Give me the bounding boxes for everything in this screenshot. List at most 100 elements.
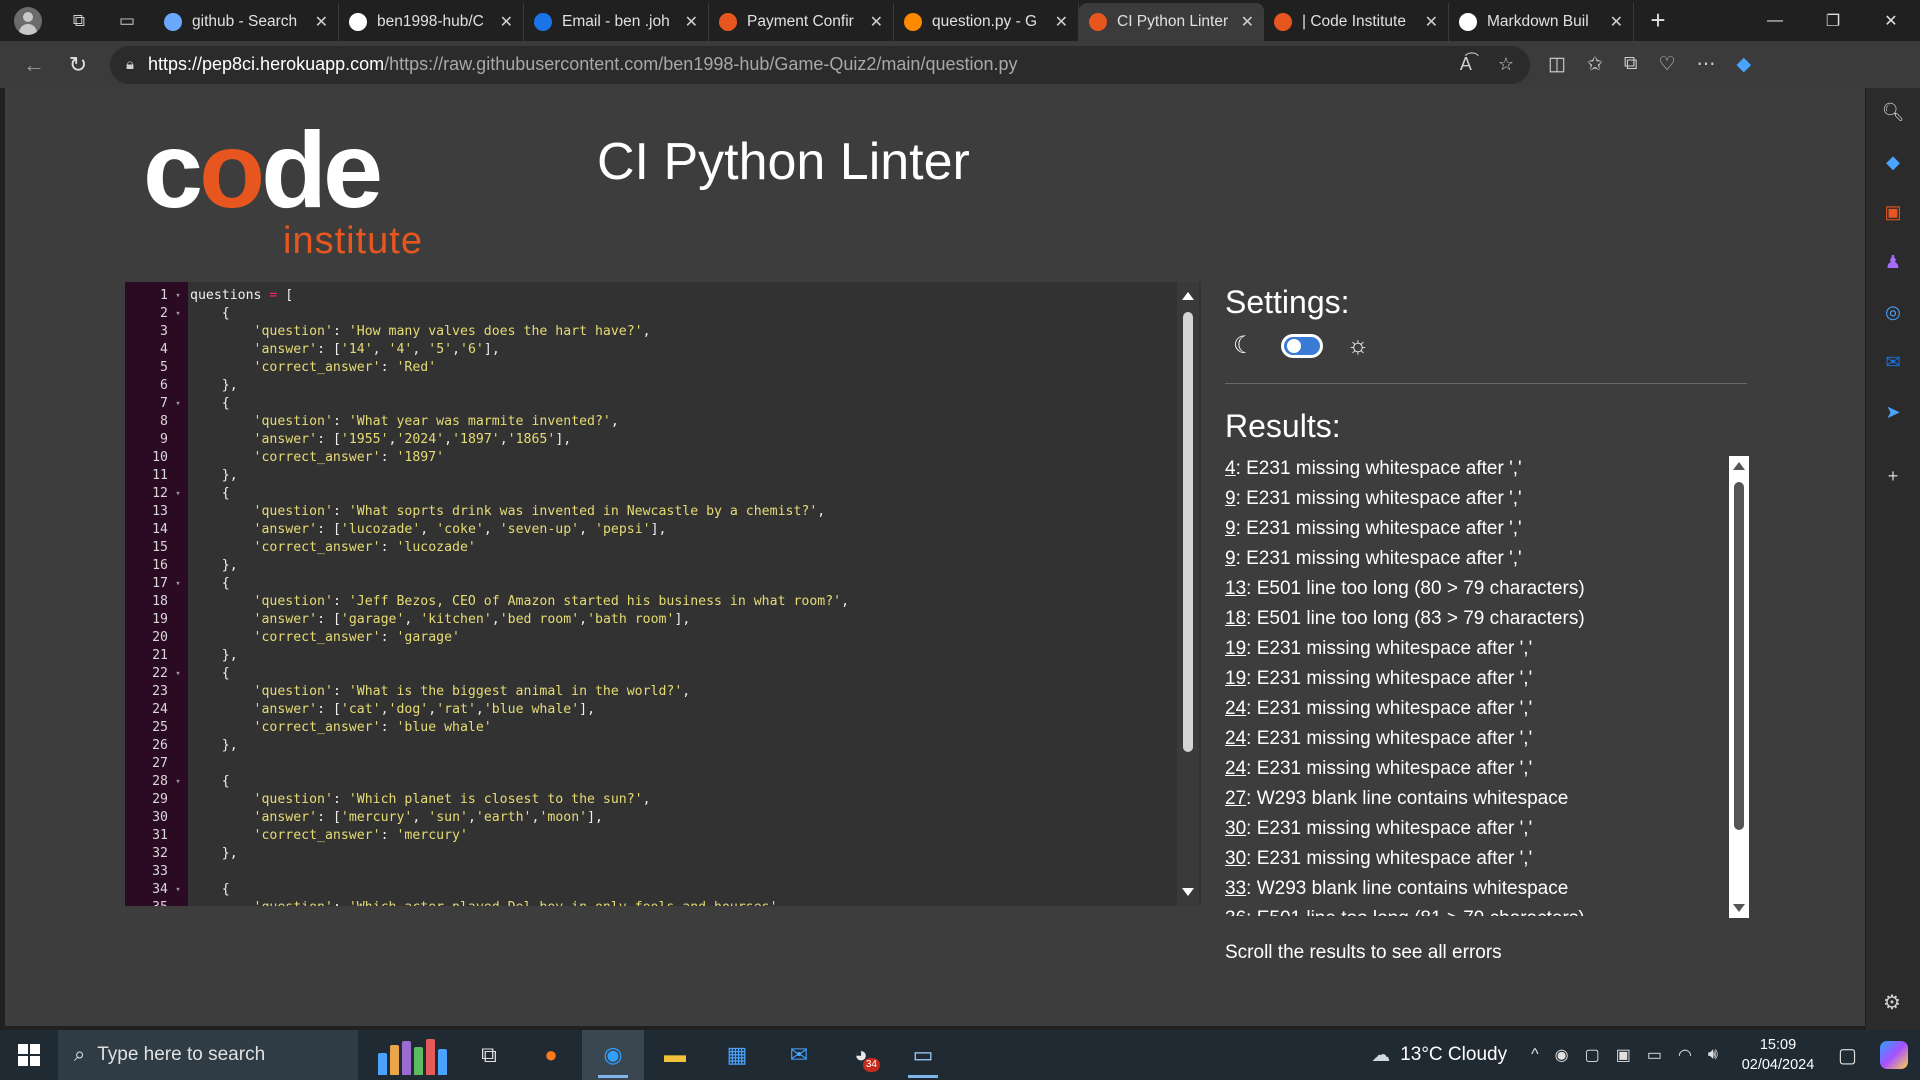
browser-essentials-icon[interactable]: ♡	[1658, 53, 1675, 76]
security-icon[interactable]: ▣	[1616, 1045, 1631, 1065]
result-line-link[interactable]: 19	[1225, 638, 1246, 659]
browser-tab[interactable]: ben1998-hub/C ✕	[339, 3, 524, 41]
code-line[interactable]: 4 'answer': ['14', '4', '5','6'],	[125, 341, 1175, 359]
code-line[interactable]: 6 },	[125, 377, 1175, 395]
result-line-link[interactable]: 9	[1225, 488, 1236, 509]
result-line-link[interactable]: 18	[1225, 608, 1246, 629]
editor-scrollbar[interactable]	[1177, 282, 1199, 906]
taskbar-search[interactable]: ⌕ Type here to search	[58, 1030, 358, 1080]
new-tab-button[interactable]: +	[1638, 4, 1678, 38]
code-line[interactable]: 23 'question': 'What is the biggest anim…	[125, 683, 1175, 701]
code-line[interactable]: 24 'answer': ['cat','dog','rat','blue wh…	[125, 701, 1175, 719]
sidebar-send-icon[interactable]: ➤	[1881, 400, 1905, 424]
tab-close-icon[interactable]: ✕	[1241, 12, 1254, 32]
profile-avatar-icon[interactable]	[14, 6, 42, 35]
results-scroll-down-icon[interactable]	[1733, 904, 1745, 912]
fold-arrow-icon[interactable]: ▾	[168, 395, 188, 413]
minimize-icon[interactable]: —	[1746, 0, 1804, 41]
sidebar-m365-icon[interactable]: ◎	[1881, 300, 1905, 324]
restore-icon[interactable]: ❐	[1804, 0, 1862, 41]
tab-close-icon[interactable]: ✕	[315, 12, 328, 32]
paint-icon[interactable]: ▭	[892, 1030, 954, 1080]
editor-scroll-thumb[interactable]	[1183, 312, 1193, 752]
code-line[interactable]: 28 ▾ {	[125, 773, 1175, 791]
fold-arrow-icon[interactable]: ▾	[168, 881, 188, 899]
fold-arrow-icon[interactable]: ▾	[168, 665, 188, 683]
fold-arrow-icon[interactable]: ▾	[168, 773, 188, 791]
code-line[interactable]: 1 ▾ questions = [	[125, 287, 1175, 305]
sidebar-search-icon[interactable]: 🔍︎	[1881, 100, 1905, 124]
back-icon[interactable]: ←	[16, 47, 52, 83]
lock-icon[interactable]: 🔒︎	[126, 56, 134, 73]
tab-close-icon[interactable]: ✕	[500, 12, 513, 32]
code-line[interactable]: 21 },	[125, 647, 1175, 665]
browser-tab[interactable]: github - Search ✕	[154, 3, 339, 41]
copilot-icon[interactable]: ◆	[1737, 53, 1752, 76]
meet-now-icon[interactable]: ▢	[1585, 1045, 1600, 1065]
task-view-icon[interactable]: ⧉	[458, 1030, 520, 1080]
code-line[interactable]: 35 'question': 'Which actor played Del b…	[125, 899, 1175, 906]
result-line-link[interactable]: 19	[1225, 668, 1246, 689]
collections-icon[interactable]: ⧉	[1624, 53, 1638, 76]
code-line[interactable]: 15 'correct_answer': 'lucozade'	[125, 539, 1175, 557]
more-options-icon[interactable]: ⋯	[1697, 53, 1716, 76]
start-button[interactable]	[0, 1030, 58, 1080]
result-line-link[interactable]: 33	[1225, 878, 1246, 899]
code-line[interactable]: 20 'correct_answer': 'garage'	[125, 629, 1175, 647]
volume-icon[interactable]: 🔊︎	[1708, 1046, 1718, 1064]
code-line[interactable]: 2 ▾ {	[125, 305, 1175, 323]
result-line-link[interactable]: 27	[1225, 788, 1246, 809]
search-highlight-icon[interactable]	[378, 1035, 458, 1075]
code-line[interactable]: 31 'correct_answer': 'mercury'	[125, 827, 1175, 845]
read-aloud-icon[interactable]: A͡	[1460, 54, 1472, 75]
result-line-link[interactable]: 30	[1225, 848, 1246, 869]
tab-close-icon[interactable]: ✕	[685, 12, 698, 32]
fold-arrow-icon[interactable]: ▾	[168, 305, 188, 323]
scroll-down-arrow-icon[interactable]	[1182, 888, 1194, 896]
results-scrollbar[interactable]	[1729, 456, 1749, 918]
sidebar-outlook-icon[interactable]: ✉	[1881, 350, 1905, 374]
chrome-icon[interactable]: ◕ 34	[830, 1030, 892, 1080]
code-institute-logo[interactable]: code institute	[143, 116, 433, 263]
address-bar[interactable]: 🔒︎ https://pep8ci.herokuapp.com/https://…	[110, 45, 1530, 84]
result-line-link[interactable]: 13	[1225, 578, 1246, 599]
workspaces-icon[interactable]: ⧉	[62, 4, 96, 38]
code-line[interactable]: 18 'question': 'Jeff Bezos, CEO of Amazo…	[125, 593, 1175, 611]
edge-browser-icon[interactable]: ◉	[582, 1030, 644, 1080]
sidebar-games-icon[interactable]: ♟	[1881, 250, 1905, 274]
code-editor[interactable]: 1 ▾ questions = [2 ▾ {3 'question': 'How ma…	[125, 282, 1201, 906]
fold-arrow-icon[interactable]: ▾	[168, 287, 188, 305]
code-line[interactable]: 12 ▾ {	[125, 485, 1175, 503]
close-window-icon[interactable]: ✕	[1862, 0, 1920, 41]
code-line[interactable]: 8 'question': 'What year was marmite inv…	[125, 413, 1175, 431]
result-line-link[interactable]: 24	[1225, 728, 1246, 749]
code-line[interactable]: 9 'answer': ['1955','2024','1897','1865'…	[125, 431, 1175, 449]
notifications-icon[interactable]: ▢	[1838, 1043, 1868, 1068]
code-line[interactable]: 22 ▾ {	[125, 665, 1175, 683]
split-screen-icon[interactable]: ◫	[1548, 53, 1566, 76]
code-line[interactable]: 17 ▾ {	[125, 575, 1175, 593]
code-line[interactable]: 27	[125, 755, 1175, 773]
tab-close-icon[interactable]: ✕	[870, 12, 883, 32]
browser-tab[interactable]: | Code Institute ✕	[1264, 3, 1449, 41]
firefox-icon[interactable]: ●	[520, 1030, 582, 1080]
browser-tab[interactable]: Email - ben .joh ✕	[524, 3, 709, 41]
code-line[interactable]: 30 'answer': ['mercury', 'sun','earth','…	[125, 809, 1175, 827]
weather-widget[interactable]: ☁ 13°C Cloudy	[1371, 1044, 1507, 1067]
favorites-icon[interactable]: ✩	[1587, 53, 1603, 76]
results-list[interactable]: 4: E231 missing whitespace after ',' 9: E…	[1225, 454, 1747, 916]
code-line[interactable]: 16 },	[125, 557, 1175, 575]
refresh-icon[interactable]: ↻	[60, 47, 96, 83]
tab-close-icon[interactable]: ✕	[1055, 12, 1068, 32]
result-line-link[interactable]: 30	[1225, 818, 1246, 839]
microsoft-store-icon[interactable]: ▦	[706, 1030, 768, 1080]
sidebar-settings-icon[interactable]: ⚙	[1880, 990, 1904, 1014]
theme-toggle[interactable]	[1281, 334, 1323, 358]
browser-tab[interactable]: question.py - G ✕	[894, 3, 1079, 41]
code-line[interactable]: 3 'question': 'How many valves does the …	[125, 323, 1175, 341]
fold-arrow-icon[interactable]: ▾	[168, 485, 188, 503]
windows-copilot-icon[interactable]	[1880, 1041, 1908, 1069]
sidebar-shopping-icon[interactable]: ◆	[1881, 150, 1905, 174]
code-line[interactable]: 29 'question': 'Which planet is closest …	[125, 791, 1175, 809]
code-line[interactable]: 13 'question': 'What soprts drink was in…	[125, 503, 1175, 521]
